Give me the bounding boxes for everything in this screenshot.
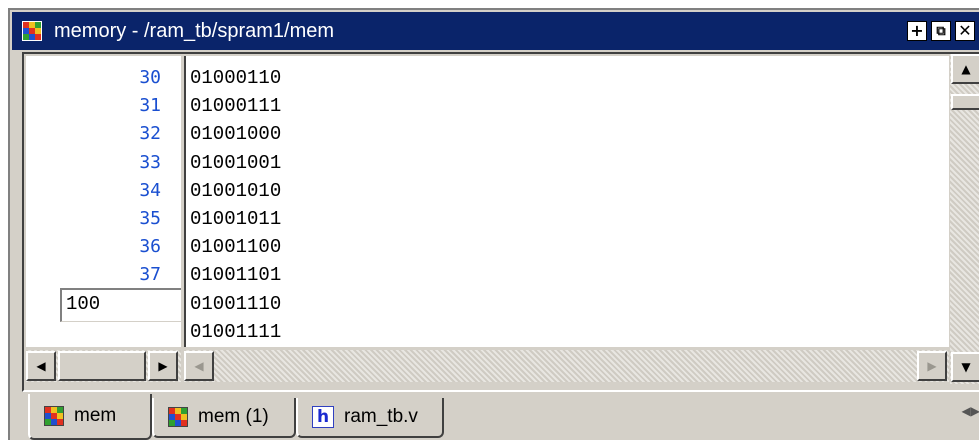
icon-cell — [181, 420, 187, 426]
vertical-scrollbar[interactable]: ▲ ▼ — [950, 54, 979, 384]
tab-mem-1[interactable]: mem (1) — [152, 398, 296, 438]
verilog-file-icon: h — [312, 406, 334, 428]
scroll-left-button[interactable]: ◀ — [26, 351, 56, 381]
tab-scroll-arrows[interactable]: ◀▶ — [962, 404, 979, 418]
scroll-up-button[interactable]: ▲ — [951, 54, 979, 84]
address-horizontal-scrollbar[interactable]: ◀ ▶ — [26, 350, 181, 382]
tab-label: mem — [74, 405, 117, 426]
address-cell: 33 — [139, 151, 161, 173]
data-column: 01000110 01000111 01001000 01001001 01001010… — [184, 56, 949, 347]
goto-address-input[interactable]: 100 — [60, 288, 181, 322]
undock-button[interactable]: ⧉ — [931, 21, 951, 41]
address-horizontal-thumb[interactable] — [58, 351, 146, 381]
tab-bar: mem mem (1) h ram_tb.v ◀▶ — [22, 394, 979, 440]
address-cell: 36 — [139, 236, 161, 258]
memory-value-cell[interactable]: 01001011 — [186, 205, 949, 233]
vertical-scroll-thumb[interactable] — [951, 94, 979, 110]
memory-value-cell[interactable]: 01001010 — [186, 177, 949, 205]
dock-plus-button[interactable]: + — [907, 21, 927, 41]
memory-value-cell[interactable]: 01000110 — [186, 64, 949, 92]
memory-value-cell[interactable]: 01001100 — [186, 233, 949, 261]
address-cell: 35 — [139, 207, 161, 229]
title-bar[interactable]: memory - /ram_tb/spram1/mem + ⧉ ✕ — [12, 12, 979, 50]
address-cell: 30 — [139, 67, 161, 88]
tab-mem[interactable]: mem — [28, 394, 152, 440]
memory-panel: 30 31 32 33 34 35 36 37 100 01000110 01000111 010… — [22, 52, 979, 392]
data-horizontal-scrollbar[interactable]: ◀ ▶ — [184, 350, 949, 382]
memory-value-cell[interactable]: 01001000 — [186, 120, 949, 148]
memory-value-cell[interactable]: 01001111 — [186, 318, 949, 346]
tab-label: mem (1) — [198, 406, 269, 427]
memory-value-cell[interactable]: 01001101 — [186, 261, 949, 289]
icon-cell — [35, 34, 41, 40]
memory-window: memory - /ram_tb/spram1/mem + ⧉ ✕ 30 31 32… — [8, 8, 979, 440]
memory-value-cell[interactable]: 01000111 — [186, 92, 949, 120]
address-cell: 34 — [139, 179, 161, 201]
address-column: 30 31 32 33 34 35 36 37 100 — [26, 56, 181, 347]
memory-value-cell[interactable]: 01001110 — [186, 290, 949, 318]
tab-label: ram_tb.v — [344, 406, 418, 427]
grid-icon — [44, 406, 64, 426]
scroll-right-button[interactable]: ▶ — [148, 351, 178, 381]
memory-grid-icon — [22, 21, 42, 41]
tab-ram-tb-v[interactable]: h ram_tb.v — [296, 398, 444, 438]
address-cell: 37 — [139, 264, 161, 286]
grid-icon — [168, 407, 188, 427]
window-title: memory - /ram_tb/spram1/mem — [54, 20, 335, 42]
memory-value-cell[interactable]: 01001001 — [186, 149, 949, 177]
close-button[interactable]: ✕ — [955, 21, 975, 41]
scroll-down-button[interactable]: ▼ — [951, 352, 979, 382]
icon-cell — [57, 419, 63, 425]
data-scroll-right-button[interactable]: ▶ — [917, 351, 947, 381]
data-scroll-left-button[interactable]: ◀ — [184, 351, 214, 381]
address-cell: 32 — [139, 123, 161, 145]
address-cell: 31 — [139, 95, 161, 117]
